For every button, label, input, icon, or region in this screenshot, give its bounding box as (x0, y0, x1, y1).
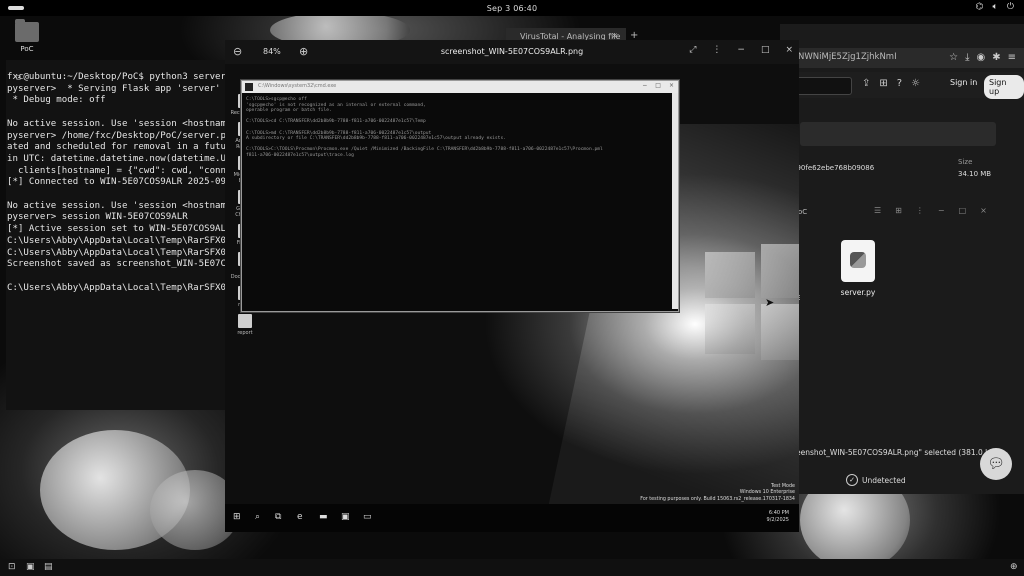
volume-icon: 🔈︎ (992, 2, 998, 12)
close-icon[interactable]: × (611, 31, 618, 40)
edge-icon: e (297, 512, 303, 522)
network-icon: ⌬ (975, 2, 984, 12)
size-value: 34.10 MB (958, 170, 992, 178)
windows-logo-pane (761, 244, 799, 298)
maximize-icon[interactable]: □ (761, 45, 770, 55)
file-chooser-titlebar: oC ☰ ⊞ ⋮ − □ × (780, 202, 1024, 222)
file-hash: 090fe62ebe768b09086 (792, 164, 875, 172)
apps-icon[interactable]: ⊡ (8, 562, 16, 572)
sign-up-button[interactable]: Sign up (984, 75, 1024, 99)
desktop-folder-poc[interactable]: PoC (12, 19, 42, 53)
browser-window[interactable]: NWNiMjE5Zjg1ZjhkNmI ☆ ⤓ ◉ ✱ ≡ ⇪ ⊞ ? ☼ Si… (780, 24, 1024, 494)
close-icon[interactable]: × (785, 45, 793, 55)
cmd-taskbar-icon: ▭ (363, 512, 372, 522)
file-chooser-folder: oC (798, 208, 808, 216)
terminal-window[interactable]: ⊡ fxc@ubuntu:~/Desktop/PoC$ python3 serv… (6, 60, 230, 410)
help-icon[interactable]: ? (897, 78, 902, 89)
account-icon[interactable]: ◉ (976, 52, 985, 63)
windows-desktop-icon: report (229, 314, 261, 336)
watermark-line: For testing purposes only. Build 15063.r… (640, 496, 795, 502)
system-tray[interactable]: ⌬ 🔈︎ ⏻ (976, 2, 1014, 12)
fullscreen-icon[interactable]: ⤢ (689, 45, 696, 55)
download-icon[interactable]: ⤓ (965, 52, 969, 63)
file-chooser-controls: ☰ ⊞ ⋮ − □ × (874, 206, 987, 215)
terminal-tab-icon: ⊡ (16, 73, 21, 82)
menu-icon[interactable]: ⋮ (712, 45, 721, 55)
star-icon[interactable]: ☆ (949, 52, 958, 63)
windows-taskbar: ⊞ ⌕ ⧉ e ▬ ▣ ▭ (225, 504, 799, 532)
chat-icon: 💬︎ (987, 456, 1005, 472)
minimize-icon[interactable]: − (938, 206, 945, 215)
windows-start-icon: ⊞ (233, 512, 241, 522)
sign-in-link[interactable]: Sign in (950, 78, 977, 87)
virustotal-header: ⇪ ⊞ ? ☼ Sign in Sign up (780, 72, 1024, 99)
cmd-titlebar: C:\Windows\system32\cmd.exe − □ × (242, 81, 678, 93)
window-controls: ⤢ ⋮ − □ × (689, 45, 793, 55)
upload-icon[interactable]: ⇪ (862, 78, 870, 89)
windows-tray-clock: 6:40 PM 9/2/2025 (767, 510, 789, 524)
maximize-icon: □ (655, 82, 661, 89)
terminal-icon[interactable]: ▤ (44, 562, 53, 572)
store-icon: ▣ (341, 512, 350, 522)
terminal-titlebar: ⊡ (6, 60, 230, 82)
new-folder-icon[interactable]: ⊞ (895, 206, 902, 215)
size-label: Size (958, 158, 973, 166)
file-icon (238, 314, 252, 328)
terminal-output: fxc@ubuntu:~/Desktop/PoC$ python3 server… (7, 72, 230, 293)
windows-watermark: Test Mode Windows 10 Enterprise For test… (640, 484, 795, 503)
windows-desktop-icon-label: report (237, 330, 253, 336)
chat-button[interactable]: 💬︎ (980, 448, 1012, 480)
cmd-scrollbar (672, 93, 678, 309)
menu-icon[interactable]: ≡ (1008, 52, 1016, 63)
tray-date: 9/2/2025 (766, 517, 789, 523)
power-icon: ⏻ (1006, 2, 1014, 12)
cmd-window: C:\Windows\system32\cmd.exe − □ × C:\TOO… (241, 80, 679, 312)
detection-result: Undetected (862, 476, 906, 485)
extensions-icon[interactable]: ✱ (992, 52, 1000, 63)
file-name: server.py (840, 288, 876, 297)
task-view-icon: ⧉ (275, 512, 282, 522)
settings-icon[interactable]: ⊕ (1010, 562, 1018, 572)
cmd-controls: − □ × (642, 82, 674, 89)
python-file-icon (841, 240, 875, 282)
minimize-icon[interactable]: − (737, 45, 745, 55)
windows-logo-pane (705, 252, 755, 298)
analysis-progress-bar (800, 122, 996, 146)
desktop-folder-label: PoC (20, 45, 34, 53)
address-bar-row: NWNiMjE5Zjg1ZjhkNmI ☆ ⤓ ◉ ✱ ≡ (780, 48, 1024, 68)
folder-icon (15, 19, 39, 42)
windows-logo-pane (705, 304, 755, 354)
activities-button[interactable] (8, 6, 24, 10)
file-server-py[interactable]: server.py (836, 240, 880, 297)
top-bar: Sep 3 06:40 ⌬ 🔈︎ ⏻ (0, 0, 1024, 16)
selection-status: eenshot_WIN-5E07COS9ALR.png" selected (3… (796, 448, 998, 457)
tray-time: 6:40 PM (768, 510, 789, 516)
search-input[interactable] (790, 77, 852, 95)
maximize-icon[interactable]: □ (959, 206, 967, 215)
files-icon[interactable]: ▣ (26, 562, 35, 572)
bottom-dock: ⊡ ▣ ▤ ⊕ (0, 559, 1024, 576)
list-view-icon[interactable]: ☰ (874, 206, 881, 215)
close-icon[interactable]: × (980, 206, 987, 215)
grid-icon[interactable]: ⊞ (879, 78, 887, 89)
screenshot-image: Recycle BinAcrobat ReaderMicrosoft EdgeG… (225, 64, 799, 532)
explorer-icon: ▬ (319, 512, 328, 522)
theme-icon[interactable]: ☼ (911, 78, 920, 89)
close-icon: × (668, 82, 674, 89)
header-icons: ⇪ ⊞ ? ☼ (862, 78, 920, 89)
clock[interactable]: Sep 3 06:40 (487, 4, 538, 13)
cmd-icon (245, 83, 253, 91)
address-bar[interactable]: NWNiMjE5Zjg1ZjhkNmI (798, 52, 897, 62)
windows-logo-pane (761, 304, 799, 360)
minimize-icon: − (642, 82, 648, 89)
mouse-cursor-icon: ➤ (765, 296, 775, 309)
image-viewer-header: ⊖ 84% ⊕ screenshot_WIN-5E07COS9ALR.png ⤢… (225, 40, 799, 64)
browser-toolbar: ☆ ⤓ ◉ ✱ ≡ (949, 52, 1016, 63)
cmd-title: C:\Windows\system32\cmd.exe (258, 83, 337, 89)
cmd-output: C:\TOOLS>sgcp@echo off 'sgcp@echo' is no… (246, 97, 603, 158)
image-viewer-window[interactable]: ⊖ 84% ⊕ screenshot_WIN-5E07COS9ALR.png ⤢… (225, 40, 799, 532)
more-icon[interactable]: ⋮ (916, 206, 924, 215)
search-icon: ⌕ (255, 512, 261, 522)
check-circle-icon: ✓ (846, 474, 858, 486)
